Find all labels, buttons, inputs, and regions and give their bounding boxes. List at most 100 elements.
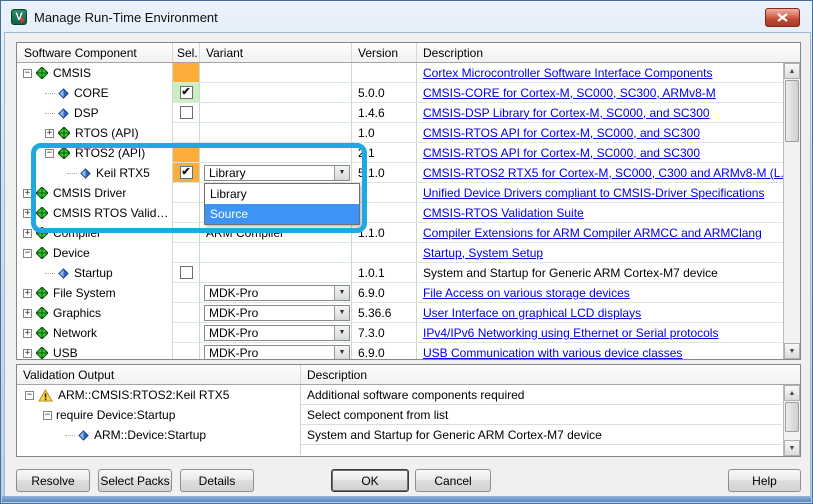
expand-icon[interactable]: + <box>23 349 32 358</box>
expand-icon[interactable]: + <box>23 209 32 218</box>
validation-row: ARM::Device:Startup System and Startup fo… <box>17 425 800 445</box>
variant-cell <box>200 243 352 263</box>
window-frame: V Manage Run-Time Environment Software C… <box>0 0 813 504</box>
description-link[interactable]: USB Communication with various device cl… <box>423 346 682 360</box>
collapse-icon[interactable]: − <box>23 69 32 78</box>
description-link[interactable]: Cortex Microcontroller Software Interfac… <box>423 66 712 80</box>
component-cell: −RTOS2 (API) <box>17 143 173 163</box>
collapse-icon[interactable]: − <box>45 149 54 158</box>
col-header-software-component: Software Component <box>17 43 173 62</box>
description-link[interactable]: CMSIS-RTOS API for Cortex-M, SC000, and … <box>423 146 700 160</box>
scroll-down-button[interactable]: ▼ <box>784 343 800 359</box>
validation-scrollbar[interactable]: ▲ ▼ <box>783 385 800 456</box>
select-packs-button[interactable]: Select Packs <box>98 469 172 492</box>
variant-dropdown-list: LibrarySource <box>204 183 360 225</box>
description-link[interactable]: CMSIS-RTOS2 RTX5 for Cortex-M, SC000, C3… <box>423 166 783 180</box>
select-checkbox[interactable] <box>180 266 193 279</box>
expand-icon[interactable]: + <box>23 189 32 198</box>
chevron-down-icon[interactable]: ▼ <box>334 346 349 360</box>
chevron-down-icon[interactable]: ▼ <box>334 306 349 320</box>
blue-diamond-icon <box>80 168 91 179</box>
ok-button[interactable]: OK <box>331 469 409 492</box>
validation-header-row: Validation Output Description <box>17 365 800 385</box>
validation-item: −ARM::CMSIS:RTOS2:Keil RTX5 <box>17 385 300 405</box>
validation-row: −ARM::CMSIS:RTOS2:Keil RTX5Additional so… <box>17 385 800 405</box>
resolve-button[interactable]: Resolve <box>16 469 90 492</box>
help-button[interactable]: Help <box>728 469 801 492</box>
chevron-down-icon[interactable]: ▼ <box>334 326 349 340</box>
close-button[interactable] <box>765 8 800 27</box>
collapse-icon[interactable]: − <box>23 249 32 258</box>
select-checkbox[interactable]: ✔ <box>180 166 193 179</box>
description-link[interactable]: CMSIS-CORE for Cortex-M, SC000, SC300, A… <box>423 86 716 100</box>
variant-select[interactable]: MDK-Pro▼ <box>204 325 350 341</box>
select-checkbox[interactable] <box>180 106 193 119</box>
expand-icon[interactable]: + <box>23 329 32 338</box>
validation-description: System and Startup for Generic ARM Corte… <box>300 425 782 445</box>
collapse-icon[interactable]: − <box>25 391 34 400</box>
description-link[interactable]: CMSIS-RTOS API for Cortex-M, SC000, and … <box>423 126 700 140</box>
description-link[interactable]: Unified Device Drivers compliant to CMSI… <box>423 186 764 200</box>
table-row: + Network MDK-Pro▼7.3.0 IPv4/IPv6 Networkin… <box>17 323 783 343</box>
chevron-down-icon[interactable]: ▼ <box>334 286 349 300</box>
scroll-up-button[interactable]: ▲ <box>784 63 800 79</box>
component-label: Graphics <box>53 306 101 320</box>
description-link[interactable]: CMSIS-RTOS Validation Suite <box>423 206 584 220</box>
expand-icon[interactable]: + <box>23 289 32 298</box>
component-label: DSP <box>74 106 99 120</box>
variant-select[interactable]: MDK-Pro▼ <box>204 345 350 360</box>
table-row: +CMSIS DriverUnified Device Drivers comp… <box>17 183 783 203</box>
component-cell: + Graphics <box>17 303 173 323</box>
select-checkbox[interactable]: ✔ <box>180 86 193 99</box>
table-row: DSP1.4.6CMSIS-DSP Library for Cortex-M, … <box>17 103 783 123</box>
variant-cell <box>200 143 352 163</box>
description-link[interactable]: IPv4/IPv6 Networking using Ethernet or S… <box>423 326 718 340</box>
component-label: USB <box>53 346 78 359</box>
description-link[interactable]: User Interface on graphical LCD displays <box>423 306 641 320</box>
green-diamond-icon <box>36 67 48 79</box>
description-link[interactable]: File Access on various storage devices <box>423 286 630 300</box>
description-link[interactable]: CMSIS-DSP Library for Cortex-M, SC000, a… <box>423 106 710 120</box>
validation-panel: Validation Output Description −ARM::CMSI… <box>16 364 801 457</box>
table-row: −CMSISCortex Microcontroller Software In… <box>17 63 783 83</box>
validation-label: ARM::Device:Startup <box>94 428 206 442</box>
dropdown-option[interactable]: Source <box>205 204 359 224</box>
description-link[interactable]: Startup, System Setup <box>423 246 543 260</box>
table-row: Keil RTX5✔Library▼5.1.0CMSIS-RTOS2 RTX5 … <box>17 163 783 183</box>
component-cell: Startup <box>17 263 173 283</box>
blue-diamond-icon <box>58 268 69 279</box>
tree-connector <box>45 113 55 114</box>
titlebar[interactable]: V Manage Run-Time Environment <box>2 2 811 32</box>
table-row: +RTOS (API)1.0CMSIS-RTOS API for Cortex-… <box>17 123 783 143</box>
collapse-icon[interactable]: − <box>43 411 52 420</box>
cancel-button[interactable]: Cancel <box>415 469 491 492</box>
component-cell: +CMSIS RTOS Valida... <box>17 203 173 223</box>
sel-cell <box>173 63 200 83</box>
blue-diamond-icon <box>58 88 69 99</box>
dropdown-option[interactable]: Library <box>205 184 359 204</box>
scroll-down-button[interactable]: ▼ <box>784 440 800 456</box>
expand-icon[interactable]: + <box>23 229 32 238</box>
variant-select[interactable]: MDK-Pro▼ <box>204 285 350 301</box>
component-label: Network <box>53 326 97 340</box>
table-row: +GraphicsMDK-Pro▼5.36.6User Interface on… <box>17 303 783 323</box>
variant-select[interactable]: MDK-Pro▼ <box>204 305 350 321</box>
table-scrollbar[interactable]: ▲ ▼ <box>783 63 800 359</box>
version-value: 7.3.0 <box>352 323 417 343</box>
scroll-up-button[interactable]: ▲ <box>784 385 800 401</box>
component-label: Keil RTX5 <box>96 166 150 180</box>
table-row: +File SystemMDK-Pro▼6.9.0File Access on … <box>17 283 783 303</box>
sel-cell <box>173 143 200 163</box>
expand-icon[interactable]: + <box>23 309 32 318</box>
details-button[interactable]: Details <box>180 469 254 492</box>
scroll-thumb[interactable] <box>785 80 799 142</box>
version-value: 6.9.0 <box>352 343 417 359</box>
component-cell: + USB <box>17 343 173 359</box>
description-cell: CMSIS-RTOS API for Cortex-M, SC000, and … <box>417 143 783 163</box>
chevron-down-icon[interactable]: ▼ <box>334 166 349 180</box>
scroll-thumb[interactable] <box>785 402 799 432</box>
validation-description: Select component from list <box>300 405 782 425</box>
variant-select[interactable]: Library▼ <box>204 165 350 181</box>
description-link[interactable]: Compiler Extensions for ARM Compiler ARM… <box>423 226 762 240</box>
expand-icon[interactable]: + <box>45 129 54 138</box>
